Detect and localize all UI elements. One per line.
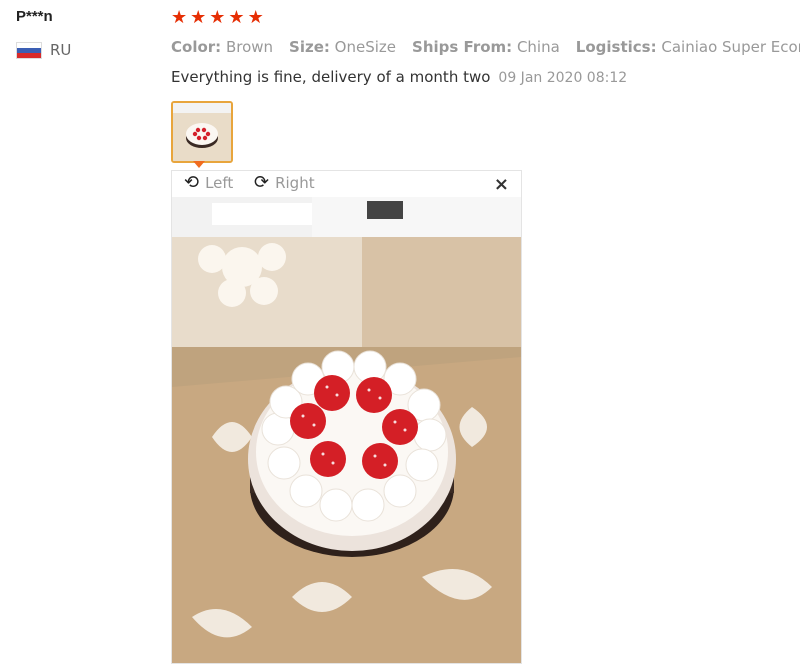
close-viewer-button[interactable]: × <box>494 174 509 195</box>
russia-flag-icon <box>16 41 42 59</box>
rotate-left-icon: ⟲ <box>184 172 200 193</box>
country-code: RU <box>50 41 72 59</box>
star-rating: ★ ★ ★ ★ ★ <box>171 8 264 28</box>
star-icon: ★ <box>209 7 226 28</box>
attr-logistics: Logistics: Cainiao Super Econom <box>575 38 800 56</box>
rotate-right-icon: ⟳ <box>254 172 270 193</box>
thumbnail-pointer <box>193 161 205 168</box>
attr-ships-from: Ships From: China <box>412 38 560 56</box>
viewer-toolbar: ⟲ Left ⟳ Right × <box>172 171 521 197</box>
feedback-line: Everything is fine, delivery of a month … <box>171 68 627 86</box>
star-icon: ★ <box>247 7 264 28</box>
rotate-left-button[interactable]: ⟲ Left <box>184 172 234 193</box>
star-icon: ★ <box>228 7 245 28</box>
reviewer-name: P***n <box>16 8 53 25</box>
reviewer-info: P***n RU <box>16 8 71 59</box>
review-photo-thumbnail[interactable] <box>171 101 233 163</box>
photo-viewer: ⟲ Left ⟳ Right × <box>171 170 522 664</box>
rotate-left-label: Left <box>205 174 234 192</box>
rotate-right-button[interactable]: ⟳ Right <box>254 172 315 193</box>
attr-color: Color: Brown <box>171 38 274 56</box>
star-icon: ★ <box>190 7 207 28</box>
order-attributes: Color: Brown Size: OneSize Ships From: C… <box>171 38 800 56</box>
attr-size: Size: OneSize <box>289 38 397 56</box>
review-photo <box>172 197 521 663</box>
star-icon: ★ <box>171 7 188 28</box>
feedback-date: 09 Jan 2020 08:12 <box>498 70 628 86</box>
reviewer-country: RU <box>16 41 71 59</box>
rotate-right-label: Right <box>275 174 315 192</box>
feedback-text: Everything is fine, delivery of a month … <box>171 68 491 86</box>
